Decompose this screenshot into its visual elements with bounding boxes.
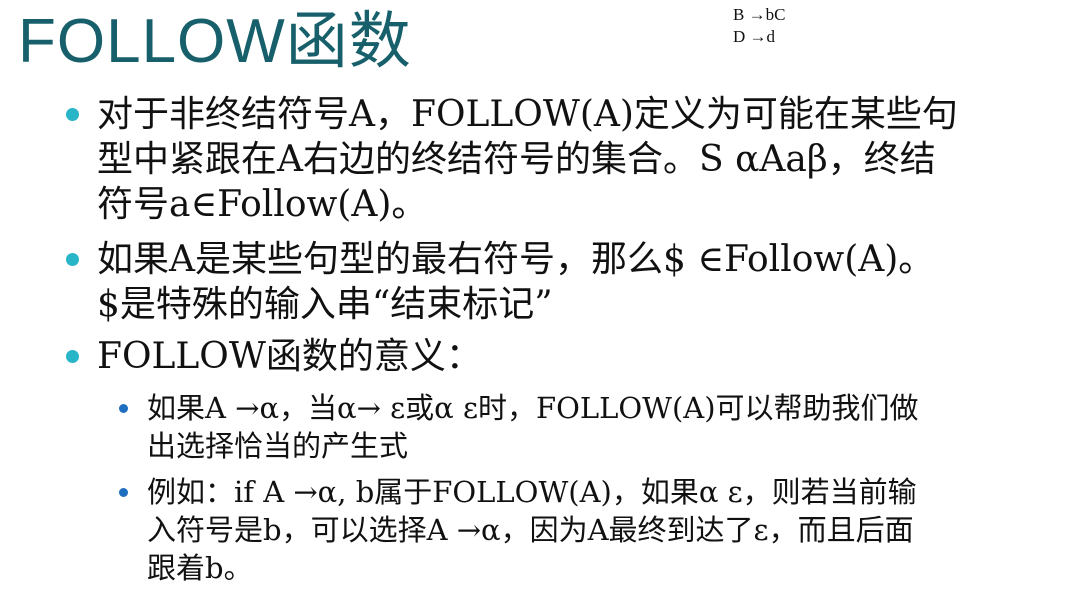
bullet-dot-icon <box>66 108 79 121</box>
bullet-line: 对于非终结符号A，FOLLOW(A)定义为可能在某些句 <box>97 94 958 135</box>
sub-bullet-line: 如果A →α，当α→ ε或α ε时，FOLLOW(A)可以帮助我们做 <box>147 391 919 425</box>
bullet-line: FOLLOW函数的意义： <box>97 336 482 377</box>
sub-bullet-line: 入符号是b，可以选择A →α，因为A最终到达了ε，而且后面 <box>147 513 914 547</box>
sub-bullet-example: 例如：if A →α, b属于FOLLOW(A)，如果α ε，则若当前输 入符号… <box>119 473 1062 587</box>
bullet-line: 符号a∈Follow(A)。 <box>97 184 428 225</box>
sub-bullet-line: 出选择恰当的产生式 <box>147 429 409 463</box>
bullet-line: $是特殊的输入串“结束标记” <box>97 284 553 325</box>
bullet-line: 型中紧跟在A右边的终结符号的集合。S αAaβ，终结 <box>97 139 936 180</box>
sub-bullet-line: 例如：if A →α, b属于FOLLOW(A)，如果α ε，则若当前输 <box>147 475 917 509</box>
sub-bullet-choose-production: 如果A →α，当α→ ε或α ε时，FOLLOW(A)可以帮助我们做 出选择恰当… <box>119 389 1062 465</box>
grammar-rule: B →bC <box>733 5 786 24</box>
bullet-dot-icon <box>66 253 79 266</box>
bullet-meaning: FOLLOW函数的意义： <box>66 334 1062 379</box>
sub-bullet-line: 跟着b。 <box>147 551 253 585</box>
grammar-rules: B →bC D →d <box>733 4 785 48</box>
grammar-rule: D →d <box>733 27 776 46</box>
bullet-line: 如果A是某些句型的最右符号，那么$ ∈Follow(A)。 <box>97 239 935 280</box>
bullet-dot-icon <box>66 350 79 363</box>
bullet-definition: 对于非终结符号A，FOLLOW(A)定义为可能在某些句 型中紧跟在A右边的终结符… <box>66 92 1062 227</box>
page-title: FOLLOW函数 <box>18 7 412 76</box>
bullet-end-marker: 如果A是某些句型的最右符号，那么$ ∈Follow(A)。 $是特殊的输入串“结… <box>66 237 1062 327</box>
sub-bullet-dot-icon <box>119 404 128 413</box>
sub-bullet-dot-icon <box>119 488 128 497</box>
